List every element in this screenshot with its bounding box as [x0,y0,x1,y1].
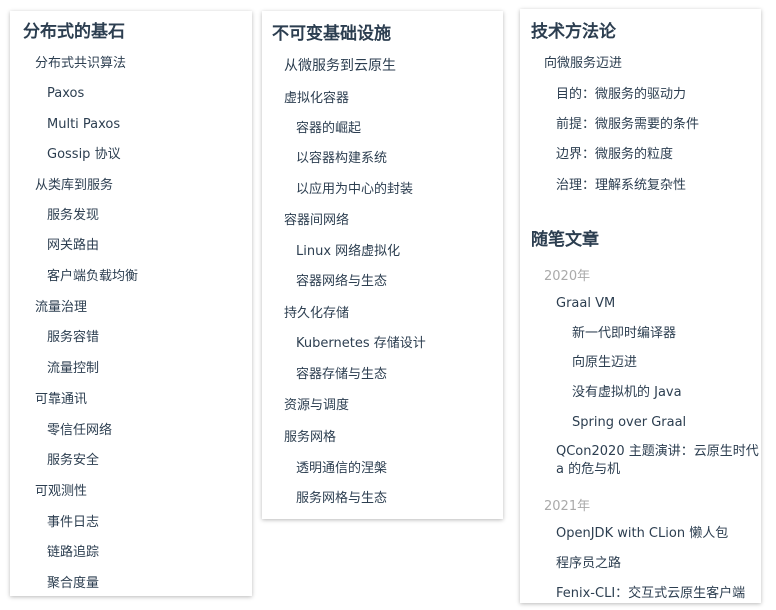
nav-item[interactable]: Fenix-CLI：交互式云原生客户端 [556,585,745,603]
nav-item[interactable]: 可观测性 [35,483,87,501]
nav-subitem[interactable]: 透明通信的涅槃 [296,460,387,478]
nav-item[interactable]: 程序员之路 [556,555,621,573]
nav-subitem[interactable]: Multi Paxos [47,116,120,134]
nav-subitem[interactable]: Paxos [47,85,84,103]
nav-item[interactable]: 服务网格 [284,429,336,447]
nav-subitem[interactable]: Kubernetes 存储设计 [296,335,426,353]
nav-subitem[interactable]: 容器存储与生态 [296,366,387,384]
nav-subitem[interactable]: 服务发现 [47,207,99,225]
nav-subitem[interactable]: 服务网格与生态 [296,490,387,508]
nav-subitem[interactable]: 边界：微服务的粒度 [556,146,673,164]
nav-subitem[interactable]: 客户端负载均衡 [47,268,138,286]
section-title[interactable]: 分布式的基石 [23,17,125,42]
nav-item[interactable]: 可靠通讯 [35,391,87,409]
nav-subitem[interactable]: 零信任网络 [47,422,112,440]
nav-subitem[interactable]: 服务容错 [47,329,99,347]
nav-subitem[interactable]: 以容器构建系统 [296,150,387,168]
nav-item[interactable]: Graal VM [556,295,615,313]
nav-item[interactable]: 向微服务迈进 [544,55,622,73]
nav-subitem[interactable]: 事件日志 [47,514,99,532]
sidebar-panel-infrastructure: 不可变基础设施 从微服务到云原生 虚拟化容器 容器的崛起 以容器构建系统 以应用… [262,11,503,519]
nav-subitem[interactable]: 容器网络与生态 [296,273,387,291]
sidebar-panel-foundations: 分布式的基石 分布式共识算法 Paxos Multi Paxos Gossip … [10,11,252,596]
nav-subitem[interactable]: 向原生迈进 [572,354,637,372]
nav-item[interactable]: 资源与调度 [284,397,349,415]
nav-subitem[interactable]: 聚合度量 [47,575,99,593]
nav-subitem[interactable]: 没有虚拟机的 Java [572,384,682,402]
section-title[interactable]: 不可变基础设施 [272,19,391,44]
nav-subitem[interactable]: 流量控制 [47,360,99,378]
section-title-essays[interactable]: 随笔文章 [531,225,599,250]
nav-subitem[interactable]: 链路追踪 [47,544,99,562]
nav-item[interactable]: 虚拟化容器 [284,90,349,108]
nav-subitem[interactable]: Linux 网络虚拟化 [296,243,400,261]
nav-subitem[interactable]: 目的：微服务的驱动力 [556,86,686,104]
nav-subitem[interactable]: 新一代即时编译器 [572,325,676,343]
year-label: 2020年 [544,269,591,284]
section-title[interactable]: 技术方法论 [531,17,616,42]
nav-item[interactable]: 持久化存储 [284,305,349,323]
nav-subitem[interactable]: 容器的崛起 [296,120,361,138]
nav-item[interactable]: OpenJDK with CLion 懒人包 [556,525,728,543]
nav-subitem[interactable]: 服务安全 [47,452,99,470]
nav-item[interactable]: 从微服务到云原生 [284,57,396,75]
nav-subitem[interactable]: 治理：理解系统复杂性 [556,177,686,195]
year-label: 2021年 [544,499,591,514]
nav-item[interactable]: 容器间网络 [284,212,349,230]
nav-subitem[interactable]: 前提：微服务需要的条件 [556,116,699,134]
nav-subitem[interactable]: 以应用为中心的封装 [296,181,413,199]
nav-item[interactable]: 流量治理 [35,299,87,317]
nav-subitem[interactable]: Gossip 协议 [47,146,121,164]
nav-subitem[interactable]: Spring over Graal [572,414,686,432]
sidebar-panel-methodology: 技术方法论 向微服务迈进 目的：微服务的驱动力 前提：微服务需要的条件 边界：微… [520,9,761,603]
nav-subitem[interactable]: 网关路由 [47,237,99,255]
nav-item[interactable]: 从类库到服务 [35,177,113,195]
nav-item[interactable]: 分布式共识算法 [35,55,126,73]
nav-item[interactable]: QCon2020 主题演讲：云原生时代 a 的危与机 [556,443,761,479]
